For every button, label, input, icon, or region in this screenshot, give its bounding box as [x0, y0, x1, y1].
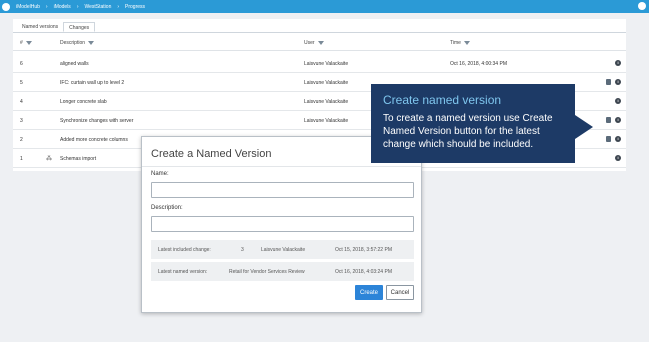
dialog-title: Create a Named Version [151, 148, 272, 160]
cancel-button[interactable]: Cancel [386, 285, 414, 300]
row-user: Laisvune Valackaite [304, 61, 349, 67]
breadcrumb-separator-icon: › [117, 3, 120, 10]
latest-change-num: 3 [241, 247, 244, 253]
row-num: 3 [20, 118, 23, 124]
filter-icon[interactable] [317, 41, 324, 45]
column-user-header: User [304, 40, 324, 46]
row-user: Laisvune Valackaite [304, 80, 349, 86]
row-user: Laisvune Valackaite [304, 118, 349, 124]
row-num: 6 [20, 61, 23, 67]
breadcrumb-separator-icon: › [76, 3, 79, 10]
column-description-label: Description [60, 40, 86, 46]
row-num: 4 [20, 99, 23, 105]
row-user: Laisvune Valackaite [304, 99, 349, 105]
row-num: 2 [20, 137, 23, 143]
name-label: Name: [151, 171, 169, 177]
breadcrumb-separator-icon: › [45, 3, 48, 10]
column-num-header: # [20, 40, 32, 46]
create-button[interactable]: Create [355, 285, 383, 300]
row-num: 1 [20, 156, 23, 162]
tutorial-callout: Create named version To create a named v… [371, 84, 575, 163]
description-label: Description: [151, 205, 183, 211]
row-time: Oct 16, 2018, 4:00:34 PM [450, 61, 507, 67]
row-description: Added more concrete columns [60, 137, 128, 143]
filter-icon[interactable] [463, 41, 470, 45]
tab-changes[interactable]: Changes [63, 22, 96, 32]
breadcrumb-item[interactable]: Progress [125, 4, 145, 10]
latest-change-label: Latest included change: [158, 247, 211, 253]
info-icon[interactable]: i [615, 117, 621, 123]
latest-change-info: Latest included change: 3 Laisvune Valac… [151, 240, 414, 259]
row-description: IFC: curtain wall up to level 2 [60, 80, 125, 86]
create-named-version-icon[interactable] [606, 79, 611, 85]
column-num-label: # [20, 40, 23, 46]
column-time-label: Time [450, 40, 461, 46]
settings-icon[interactable] [638, 2, 646, 10]
latest-change-time: Oct 15, 2018, 3:57:22 PM [335, 247, 392, 253]
filter-icon[interactable] [25, 41, 32, 45]
row-description: Schemas import [60, 156, 97, 162]
create-named-version-icon[interactable] [606, 117, 611, 123]
callout-title: Create named version [383, 93, 502, 107]
name-input[interactable] [151, 182, 414, 198]
callout-pointer [575, 115, 593, 139]
row-description: Longer concrete slab [60, 99, 107, 105]
tab-named-versions[interactable]: Named versions [17, 22, 63, 32]
breadcrumb: iModelHub › iModels › WestStation › Prog… [16, 4, 145, 10]
schema-icon: ⁂ [46, 156, 52, 162]
column-user-label: User [304, 40, 315, 46]
callout-body: To create a named version use Create Nam… [383, 113, 553, 150]
breadcrumb-item[interactable]: iModels [54, 4, 71, 10]
info-icon[interactable]: i [615, 79, 621, 85]
breadcrumb-item[interactable]: WestStation [84, 4, 111, 10]
info-icon[interactable]: i [615, 136, 621, 142]
latest-named-label: Latest named version: [158, 269, 208, 275]
dialog-divider [142, 166, 421, 167]
latest-named-time: Oct 16, 2018, 4:03:24 PM [335, 269, 392, 275]
description-input[interactable] [151, 216, 414, 232]
latest-change-user: Laisvune Valackaite [261, 247, 306, 253]
row-description: aligned walls [60, 61, 89, 67]
create-named-version-icon[interactable] [606, 136, 611, 142]
column-time-header: Time [450, 40, 470, 46]
row-num: 5 [20, 80, 23, 86]
tab-divider [13, 32, 626, 33]
top-bar: iModelHub › iModels › WestStation › Prog… [0, 0, 649, 13]
breadcrumb-item[interactable]: iModelHub [16, 4, 40, 10]
table-row[interactable]: 6 aligned walls Laisvune Valackaite Oct … [13, 54, 626, 73]
filter-icon[interactable] [88, 41, 95, 45]
imodelhub-logo-icon[interactable] [2, 2, 10, 11]
info-icon[interactable]: i [615, 155, 621, 161]
table-header: # Description User Time [13, 37, 626, 51]
row-description: Synchronize changes with server [60, 118, 134, 124]
info-icon[interactable]: i [615, 98, 621, 104]
tab-bar: Named versions Changes [17, 22, 96, 32]
latest-named-name: Retail for Vendor Services Review [229, 269, 305, 275]
info-icon[interactable]: i [615, 60, 621, 66]
column-description-header: Description [60, 40, 95, 46]
latest-named-version-info: Latest named version: Retail for Vendor … [151, 262, 414, 281]
